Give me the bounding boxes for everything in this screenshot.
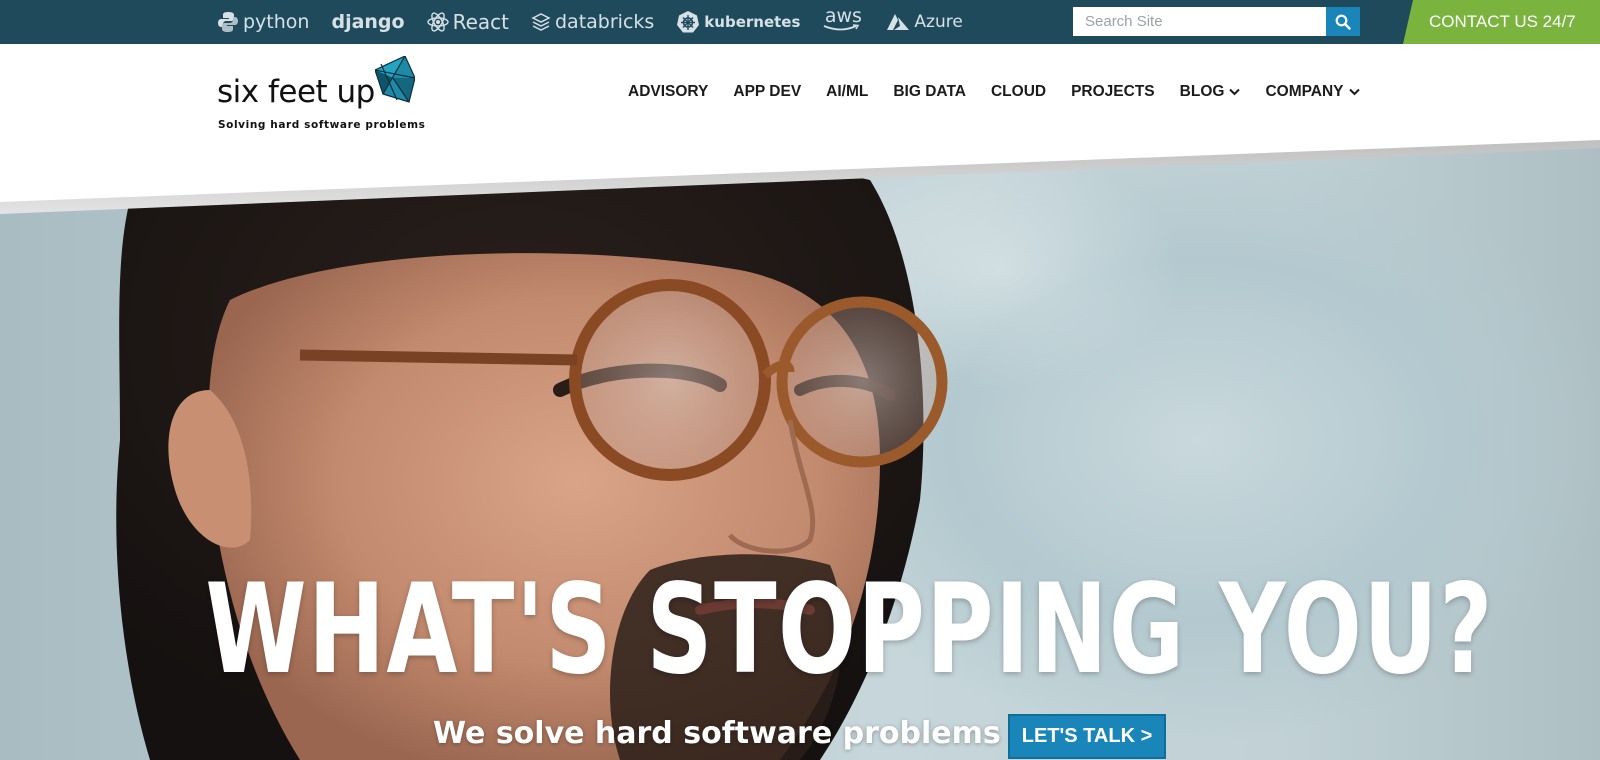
- nav-ai-ml[interactable]: AI/ML: [826, 83, 868, 101]
- python-logo: python: [217, 11, 309, 33]
- main-nav: ADVISORY APP DEV AI/ML BIG DATA CLOUD PR…: [628, 44, 1385, 140]
- site-header: six feet up Solving hard software proble…: [0, 44, 1600, 140]
- databricks-label: databricks: [555, 11, 655, 33]
- nav-label: APP DEV: [733, 83, 802, 100]
- site-logo[interactable]: six feet up Solving hard software proble…: [217, 56, 425, 131]
- tech-logo-strip: python django React databricks kubernete…: [217, 0, 985, 44]
- react-logo: React: [426, 10, 509, 34]
- top-bar: python django React databricks kubernete…: [0, 0, 1600, 44]
- nav-app-dev[interactable]: APP DEV: [733, 83, 801, 101]
- nav-label: BLOG: [1179, 83, 1225, 100]
- azure-logo: Azure: [886, 12, 963, 32]
- search-input[interactable]: [1073, 7, 1326, 36]
- kubernetes-logo: kubernetes: [676, 10, 800, 34]
- azure-label: Azure: [914, 12, 963, 32]
- contact-us-label: CONTACT US 24/7: [1429, 12, 1576, 31]
- react-label: React: [452, 10, 509, 34]
- nav-blog[interactable]: BLOG: [1180, 83, 1241, 101]
- hero-subheadline: We solve hard software problems: [433, 716, 1001, 751]
- django-label: django: [331, 11, 405, 33]
- nav-advisory[interactable]: ADVISORY: [628, 83, 708, 101]
- nav-label: CLOUD: [990, 83, 1047, 100]
- kubernetes-icon: [677, 11, 700, 33]
- nav-projects[interactable]: PROJECTS: [1071, 83, 1155, 101]
- react-icon: [426, 12, 449, 32]
- hero-section: WHAT'S STOPPING YOU? We solve hard softw…: [0, 140, 1600, 760]
- nav-label: COMPANY: [1265, 83, 1344, 100]
- python-label: python: [243, 11, 310, 33]
- contact-us-button[interactable]: CONTACT US 24/7: [1403, 0, 1600, 44]
- azure-icon: [887, 14, 910, 30]
- chevron-down-icon: [1348, 88, 1360, 96]
- logo-crystal-icon: [375, 56, 415, 103]
- search-button[interactable]: [1326, 7, 1360, 36]
- lets-talk-label: LET'S TALK >: [1021, 725, 1153, 747]
- databricks-logo: databricks: [531, 11, 654, 33]
- databricks-icon: [531, 13, 551, 31]
- lets-talk-button[interactable]: LET'S TALK >: [1008, 714, 1166, 759]
- python-icon: [218, 12, 238, 32]
- logo-wordmark: six feet up: [217, 74, 375, 110]
- kubernetes-label: kubernetes: [704, 13, 801, 31]
- aws-logo: aws: [822, 5, 864, 32]
- nav-label: PROJECTS: [1071, 83, 1155, 100]
- aws-smile-icon: [824, 24, 860, 31]
- logo-tagline: Solving hard software problems: [218, 119, 426, 131]
- site-search: [1073, 7, 1360, 36]
- hero-headline: WHAT'S STOPPING YOU?: [205, 558, 1494, 702]
- nav-label: AI/ML: [826, 83, 869, 100]
- nav-label: BIG DATA: [893, 83, 966, 100]
- nav-big-data[interactable]: BIG DATA: [893, 83, 966, 101]
- aws-label: aws: [824, 5, 862, 27]
- nav-company[interactable]: COMPANY: [1265, 83, 1360, 101]
- nav-cloud[interactable]: CLOUD: [991, 83, 1046, 101]
- chevron-down-icon: [1229, 88, 1241, 96]
- django-logo: django: [331, 11, 404, 33]
- nav-label: ADVISORY: [628, 83, 709, 100]
- search-icon: [1335, 14, 1351, 30]
